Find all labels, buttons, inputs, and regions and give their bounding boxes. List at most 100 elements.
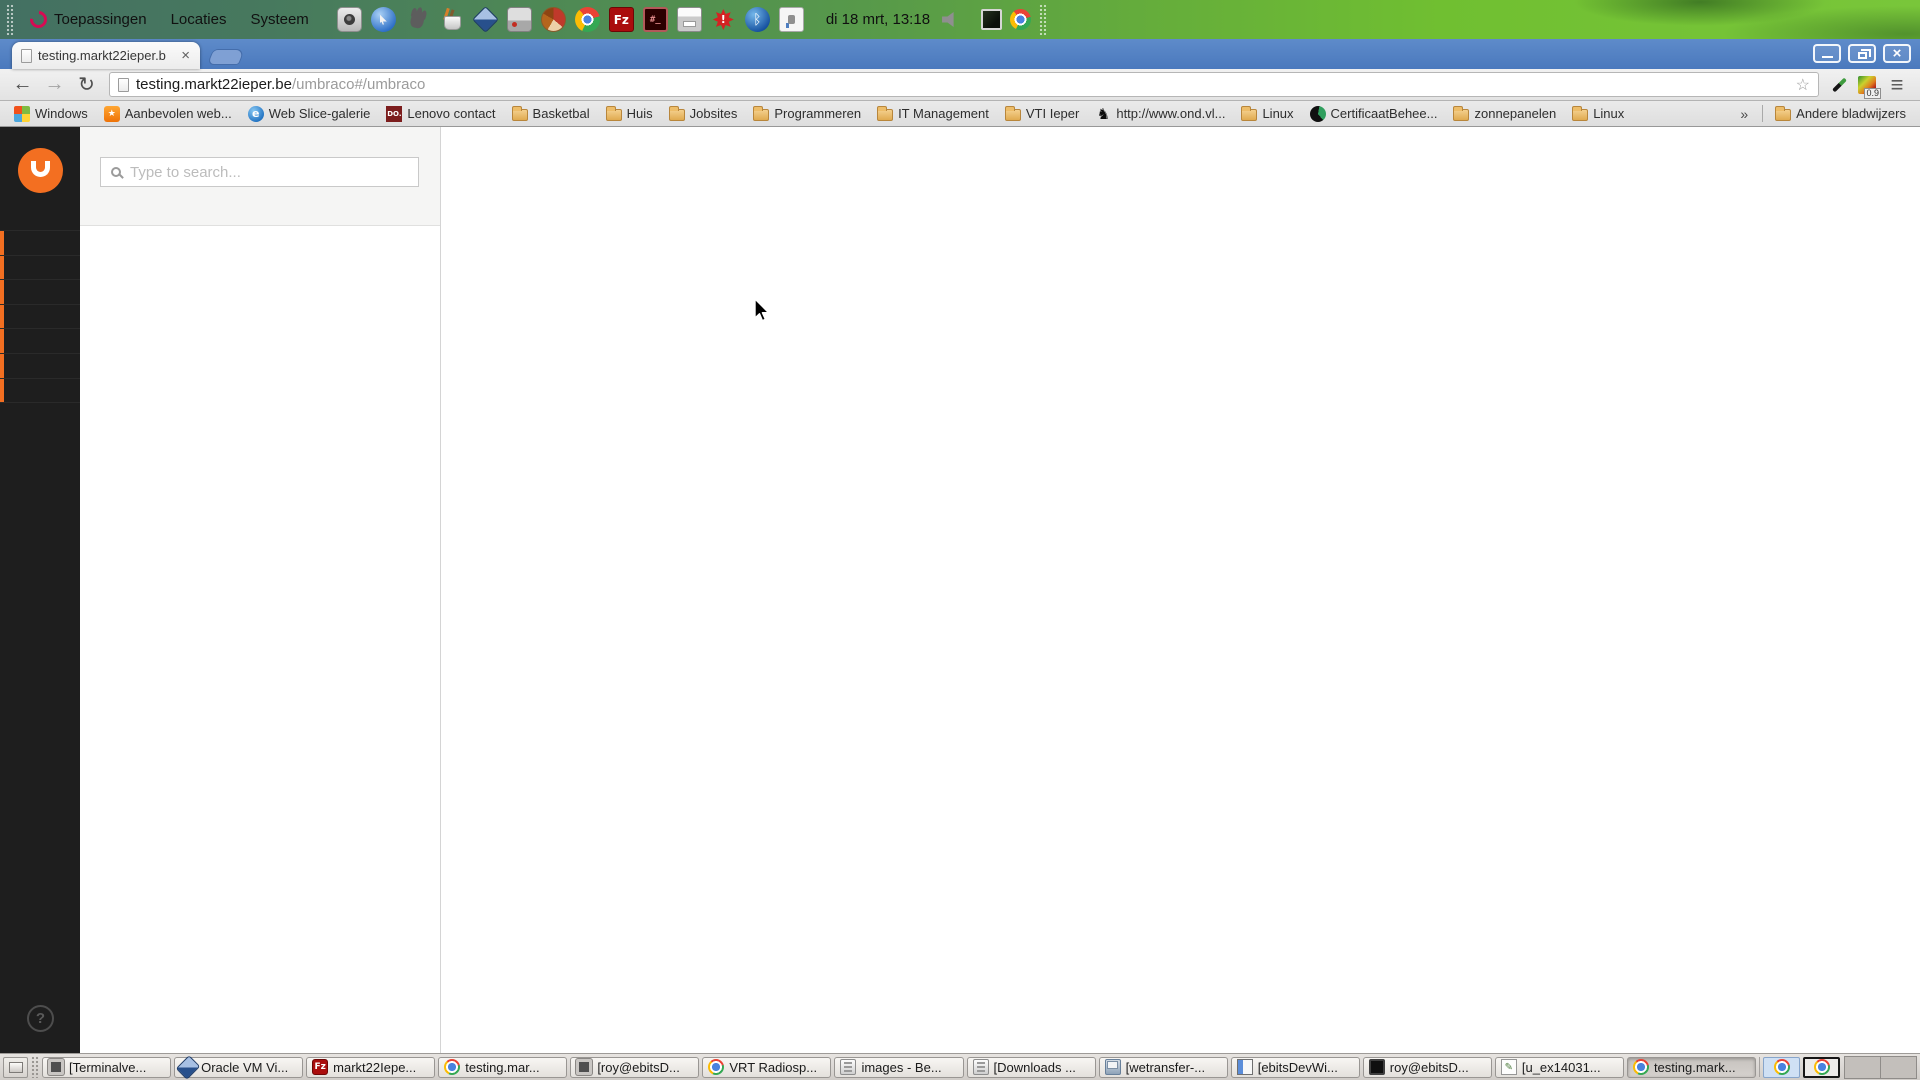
show-desktop-button[interactable] xyxy=(3,1056,28,1078)
taskbar-item[interactable]: [wetransfer-... xyxy=(1098,1056,1228,1078)
sidebar-loading-row[interactable] xyxy=(0,255,80,281)
minimize-button[interactable] xyxy=(1813,44,1841,63)
url-text: testing.markt22ieper.be/umbraco#/umbraco xyxy=(136,76,425,93)
bookmark-item[interactable]: Linux xyxy=(1234,104,1300,123)
menu-system[interactable]: Systeem xyxy=(242,6,316,33)
bookmark-item[interactable]: Jobsites xyxy=(662,104,745,123)
sidebar-loading-row[interactable] xyxy=(0,353,80,379)
bookmark-item[interactable]: CertificaatBehee... xyxy=(1303,104,1445,124)
printer-icon[interactable] xyxy=(676,7,702,32)
color-picker-icon[interactable]: 0.9 xyxy=(1855,73,1881,99)
taskbar-tray xyxy=(1763,1056,1840,1078)
taskbar-item[interactable]: testing.mark... xyxy=(1626,1056,1757,1078)
new-tab-button[interactable] xyxy=(206,49,246,65)
chrome-icon[interactable] xyxy=(574,7,600,32)
forward-button[interactable]: → xyxy=(40,71,69,98)
sidebar-loading-row[interactable] xyxy=(0,378,80,404)
taskbar-item[interactable]: [Downloads ... xyxy=(966,1056,1096,1078)
tray-button[interactable] xyxy=(1803,1056,1840,1078)
workspace-1[interactable] xyxy=(1844,1055,1881,1079)
taskbar-item[interactable]: Fz markt22Iepe... xyxy=(306,1056,436,1078)
bookmark-item[interactable]: VTI Ieper xyxy=(998,104,1086,123)
other-bookmarks-label: Andere bladwijzers xyxy=(1796,106,1906,121)
menu-places[interactable]: Locaties xyxy=(163,6,235,33)
taskbar-item[interactable]: [ebitsDevWi... xyxy=(1230,1056,1360,1078)
help-button[interactable]: ? xyxy=(27,1005,54,1032)
other-bookmarks-button[interactable]: Andere bladwijzers xyxy=(1768,104,1913,123)
bookmark-item[interactable]: Huis xyxy=(599,104,660,123)
bookmarks-overflow-chevron[interactable]: » xyxy=(1731,106,1757,122)
chrome-menu-button[interactable]: ≡ xyxy=(1882,71,1912,98)
taskbar-item[interactable]: [Terminalve... xyxy=(42,1056,172,1078)
bookmark-item[interactable]: Linux xyxy=(1565,104,1631,123)
panel-drag-handle[interactable] xyxy=(6,4,14,35)
folder-icon xyxy=(605,105,622,121)
network-icon[interactable] xyxy=(778,7,804,32)
panel-launchers: Fz #_ xyxy=(336,7,804,32)
back-button[interactable]: ← xyxy=(8,71,37,98)
volume-icon[interactable] xyxy=(938,7,963,32)
menu-applications[interactable]: Toepassingen xyxy=(22,6,155,33)
bookmark-item[interactable]: zonnepanelen xyxy=(1446,104,1563,123)
folder-icon xyxy=(1004,105,1021,121)
bookmark-star-icon[interactable]: ☆ xyxy=(1796,75,1810,95)
virtualbox-icon[interactable] xyxy=(473,7,498,32)
umbraco-search-input[interactable] xyxy=(130,163,408,181)
graphics-tools-icon[interactable] xyxy=(439,7,464,32)
umbraco-logo[interactable] xyxy=(18,148,63,193)
bookmark-item[interactable]: Programmeren xyxy=(746,104,868,123)
address-bar[interactable]: testing.markt22ieper.be/umbraco#/umbraco… xyxy=(109,72,1819,97)
gnome-foot-icon[interactable] xyxy=(405,7,430,32)
umbraco-tree-panel xyxy=(80,127,441,1053)
alert-icon[interactable] xyxy=(711,7,736,32)
terminal-window-icon[interactable] xyxy=(981,9,1003,30)
disk-usage-icon[interactable] xyxy=(540,7,566,32)
bookmark-item[interactable]: Windows xyxy=(7,104,95,124)
sidebar-loading-row[interactable] xyxy=(0,280,80,305)
filezilla-icon[interactable]: Fz xyxy=(608,7,634,32)
search-box[interactable] xyxy=(100,157,419,187)
panel-clock[interactable]: di 18 mrt, 13:18 xyxy=(826,11,930,28)
taskbar-item[interactable]: [u_ex14031... xyxy=(1494,1056,1624,1078)
folder-icon xyxy=(668,105,685,121)
tray-button[interactable] xyxy=(1763,1056,1800,1078)
tab-close-icon[interactable]: × xyxy=(180,48,191,63)
taskbar-item[interactable]: roy@ebitsD... xyxy=(1362,1056,1492,1078)
web-browser-icon[interactable] xyxy=(370,7,396,32)
chrome-icon xyxy=(708,1059,725,1075)
taskbar-item[interactable]: testing.mar... xyxy=(438,1056,568,1078)
taskbar-item[interactable]: images - Be... xyxy=(834,1056,964,1078)
taskbar-item[interactable]: VRT Radiosp... xyxy=(702,1056,832,1078)
speaker-icon[interactable] xyxy=(336,7,362,32)
minimize-icon xyxy=(1821,56,1833,58)
harddrive-icon[interactable] xyxy=(506,7,532,32)
bookmark-item[interactable]: DO. Lenovo contact xyxy=(379,104,502,124)
browser-tab[interactable]: testing.markt22ieper.b × xyxy=(12,42,200,69)
taskbar-item[interactable]: [roy@ebitsD... xyxy=(570,1056,700,1078)
bookmark-item[interactable]: Basketbal xyxy=(505,104,597,123)
chrome-icon[interactable] xyxy=(1010,9,1032,30)
close-button[interactable]: × xyxy=(1883,44,1911,63)
sidebar-loading-row[interactable] xyxy=(0,231,80,256)
restore-button[interactable] xyxy=(1848,44,1876,63)
eyedropper-icon[interactable] xyxy=(1827,73,1851,97)
workspace-2[interactable] xyxy=(1880,1055,1917,1079)
bookmark-item[interactable]: Aanbevolen web... xyxy=(97,104,239,124)
taskbar-item[interactable]: Oracle VM Vi... xyxy=(174,1056,304,1078)
bookmark-item[interactable]: e Web Slice-galerie xyxy=(241,104,378,124)
bookmark-item[interactable]: IT Management xyxy=(870,104,996,123)
bookmark-label: Lenovo contact xyxy=(407,106,496,121)
taskbar: [Terminalve... Oracle VM Vi... Fz markt2… xyxy=(0,1053,1920,1080)
bluetooth-icon[interactable] xyxy=(744,7,770,32)
file-manager-icon xyxy=(840,1059,857,1075)
sidebar-loading-row[interactable] xyxy=(0,304,80,330)
taskbar-drag-handle[interactable] xyxy=(31,1056,39,1078)
loading-accent-bar xyxy=(0,329,4,353)
reload-button[interactable]: ↻ xyxy=(72,71,101,98)
terminal-red-icon[interactable]: #_ xyxy=(642,7,668,32)
sidebar-loading-row[interactable] xyxy=(0,329,80,354)
bookmark-item[interactable]: http://www.ond.vl... xyxy=(1088,104,1232,124)
chrome-icon xyxy=(1813,1059,1830,1075)
panel-drag-handle[interactable] xyxy=(1039,4,1048,35)
bookmark-label: VTI Ieper xyxy=(1025,106,1080,121)
